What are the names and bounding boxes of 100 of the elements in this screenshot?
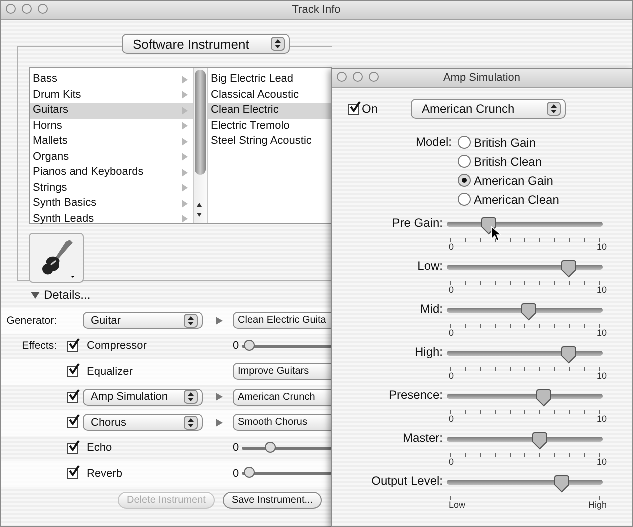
slider-min-label: 0 <box>233 442 239 454</box>
checkbox[interactable] <box>66 340 78 352</box>
instrument-item[interactable]: Electric Tremolo <box>208 118 332 134</box>
slider-min-label: 0 <box>233 468 239 480</box>
checkbox[interactable] <box>66 442 78 454</box>
slider-thumb[interactable] <box>560 260 577 278</box>
radio-label[interactable]: British Clean <box>474 154 542 168</box>
effect-popup[interactable]: Chorus <box>83 414 203 432</box>
radio-button[interactable] <box>458 136 471 149</box>
slider-thumb[interactable] <box>521 303 538 321</box>
slider-max-label: 10 <box>596 285 607 295</box>
slider-max-label: 10 <box>596 457 607 467</box>
slider-thumb[interactable] <box>480 217 496 235</box>
instrument-item[interactable]: Steel String Acoustic <box>208 134 332 150</box>
category-item[interactable]: Synth Basics <box>30 196 193 212</box>
slider-label: Master: <box>402 431 444 447</box>
effect-popup[interactable]: Amp Simulation <box>83 388 203 406</box>
category-item[interactable]: Mallets <box>30 134 193 150</box>
minimize-button[interactable] <box>22 4 32 14</box>
play-arrow-icon <box>216 316 222 325</box>
slider-max-label: 10 <box>596 242 607 252</box>
stepper-icon <box>184 390 198 404</box>
zoom-button[interactable] <box>369 72 379 82</box>
slider-label: Low: <box>416 259 444 275</box>
effect-name: Equalizer <box>86 366 134 378</box>
play-arrow-icon <box>216 418 222 427</box>
slider-thumb[interactable] <box>554 475 570 493</box>
category-item[interactable]: Synth Leads <box>30 212 193 227</box>
category-item[interactable]: Organs <box>30 150 193 165</box>
category-item[interactable]: Guitars <box>30 103 193 118</box>
category-item[interactable]: Pianos and Keyboards <box>30 165 193 180</box>
stepper-icon <box>184 314 198 328</box>
generator-label: Generator: <box>6 314 58 327</box>
checkbox-label: On <box>362 102 378 116</box>
slider-max-label: 10 <box>596 371 607 381</box>
instrument-icon-button[interactable] <box>29 233 84 283</box>
radio-label[interactable]: American Clean <box>474 192 560 206</box>
preset-popup[interactable]: Clean Electric Guita <box>233 312 332 330</box>
checkbox[interactable] <box>348 104 359 114</box>
checkbox[interactable] <box>66 366 78 378</box>
radio-label[interactable]: American Gain <box>474 174 554 188</box>
instrument-item[interactable]: Clean Electric <box>208 103 332 118</box>
radio-button[interactable] <box>458 155 471 168</box>
slider-max-label: High <box>588 500 607 510</box>
close-button[interactable] <box>337 72 347 82</box>
slider-max-label: 10 <box>596 328 607 338</box>
generator-popup[interactable]: Guitar <box>83 312 203 330</box>
disclosure-triangle-icon[interactable] <box>31 290 40 300</box>
model-label: Model: <box>414 135 453 151</box>
slider-label: Output Level: <box>370 474 444 490</box>
mouse-pointer-icon <box>491 226 502 242</box>
slider-label: Pre Gain: <box>391 216 444 232</box>
slider-min-label: 0 <box>449 457 454 467</box>
preset-popup[interactable]: Smooth Chorus <box>233 414 332 432</box>
slider-min-label: 0 <box>449 242 454 252</box>
preset-popup[interactable]: American Crunch <box>233 388 332 406</box>
effect-name: Compressor <box>86 340 148 352</box>
slider-min-label: 0 <box>233 340 239 352</box>
effect-name: Echo <box>86 442 114 454</box>
window-title: Track Info <box>292 4 341 16</box>
minimize-button[interactable] <box>353 72 363 82</box>
slider-thumb[interactable] <box>244 467 256 478</box>
slider-thumb[interactable] <box>264 442 276 453</box>
preset-popup[interactable]: Improve Guitars <box>233 363 332 380</box>
category-item[interactable]: Horns <box>30 118 193 134</box>
slider-thumb[interactable] <box>560 346 577 364</box>
slider-max-label: 10 <box>596 414 607 424</box>
effect-name: Reverb <box>86 468 124 480</box>
slider-thumb[interactable] <box>244 340 256 351</box>
checkbox[interactable] <box>66 392 78 403</box>
window-title: Amp Simulation <box>443 72 521 84</box>
action-button[interactable]: Save Instrument... <box>222 492 322 508</box>
instrument-item[interactable]: Classical Acoustic <box>208 88 332 103</box>
preset-popup[interactable]: American Crunch <box>411 99 566 119</box>
category-item[interactable]: Strings <box>30 180 193 196</box>
stepper-icon <box>184 416 198 430</box>
instrument-type-popup[interactable]: Software Instrument <box>122 34 290 54</box>
slider-thumb[interactable] <box>532 432 548 450</box>
stepper-icon <box>547 102 562 116</box>
checkbox[interactable] <box>66 468 78 480</box>
slider-min-label: 0 <box>449 371 454 381</box>
instrument-item[interactable]: Big Electric Lead <box>208 72 332 88</box>
zoom-button[interactable] <box>38 4 48 14</box>
play-arrow-icon <box>216 393 222 402</box>
stepper-icon <box>271 37 285 51</box>
effects-label: Effects: <box>21 340 58 352</box>
checkbox[interactable] <box>66 417 78 428</box>
slider-label: Mid: <box>419 302 444 318</box>
details-label[interactable]: Details... <box>44 288 91 302</box>
slider-min-label: 0 <box>449 414 454 424</box>
category-item[interactable]: Bass <box>30 72 193 88</box>
slider-label: High: <box>414 345 444 361</box>
radio-button[interactable] <box>458 193 471 206</box>
scrollbar[interactable] <box>193 68 208 223</box>
slider-thumb[interactable] <box>536 389 552 407</box>
radio-label[interactable]: British Gain <box>474 136 536 150</box>
slider-min-label: 0 <box>449 285 454 295</box>
radio-button[interactable] <box>458 174 471 187</box>
category-item[interactable]: Drum Kits <box>30 88 193 103</box>
close-button[interactable] <box>6 4 16 14</box>
